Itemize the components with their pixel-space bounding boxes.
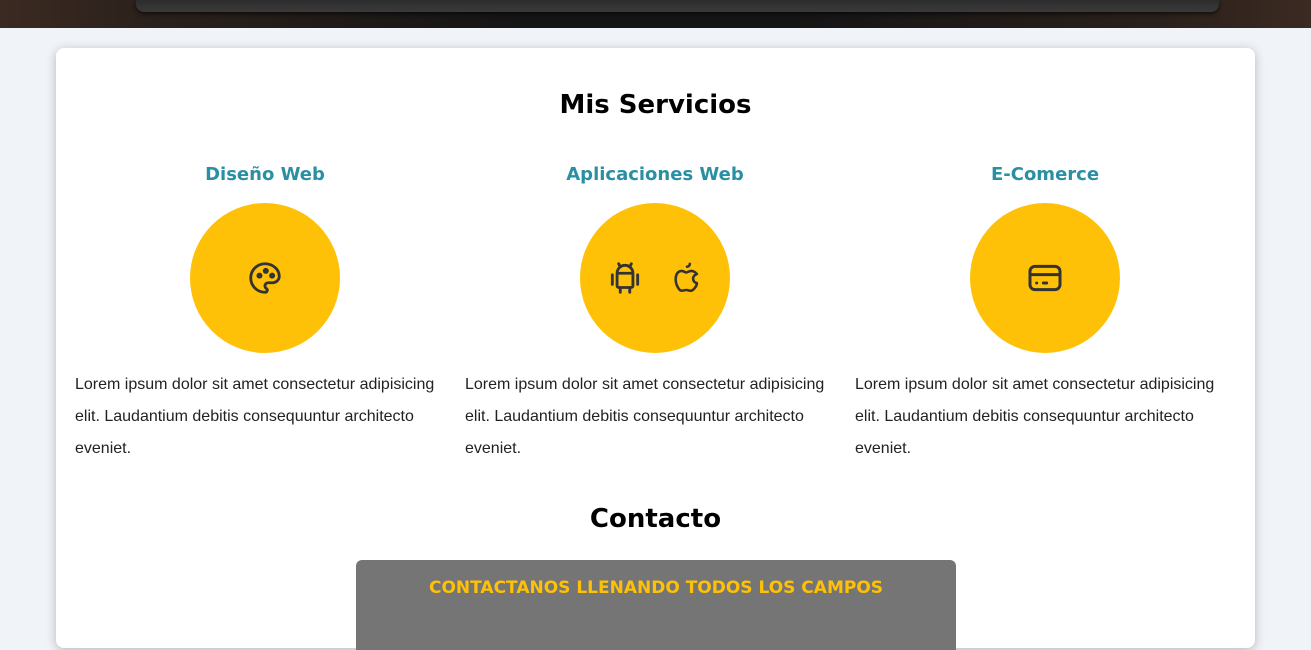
service-title: E-Comerce [990, 164, 1100, 185]
service-description: Lorem ipsum dolor sit amet consectetur a… [75, 376, 435, 457]
service-ecommerce: E-Comerce Lorem ipsum dolor sit amet con… [855, 162, 1235, 465]
service-description: Lorem ipsum dolor sit amet consectetur a… [465, 376, 825, 457]
services-title: Mis Servicios [559, 90, 752, 120]
service-title: Diseño Web [205, 164, 325, 185]
contact-title: Contacto [589, 504, 722, 534]
service-web-design: Diseño Web Lorem ipsum dolor sit amet co… [75, 162, 455, 465]
credit-card-icon [1025, 258, 1065, 298]
contact-form-heading: CONTACTANOS LLENANDO TODOS LOS CAMPOS [428, 578, 884, 598]
hero-image-strip [0, 0, 1311, 28]
apple-icon [670, 261, 704, 295]
hero-device-image [136, 0, 1219, 12]
service-icon-circle [190, 203, 340, 353]
service-description: Lorem ipsum dolor sit amet consectetur a… [855, 376, 1215, 457]
contact-form: CONTACTANOS LLENANDO TODOS LOS CAMPOS [356, 560, 956, 650]
service-title: Aplicaciones Web [566, 164, 744, 185]
android-icon [606, 259, 644, 297]
service-icon-circle [970, 203, 1120, 353]
palette-icon [246, 259, 284, 297]
service-web-apps: Aplicaciones Web Lorem ipsum dolor sit a… [465, 162, 845, 465]
service-icon-circle [580, 203, 730, 353]
content-card: Mis Servicios Diseño Web Lorem ipsum dol… [56, 48, 1255, 650]
